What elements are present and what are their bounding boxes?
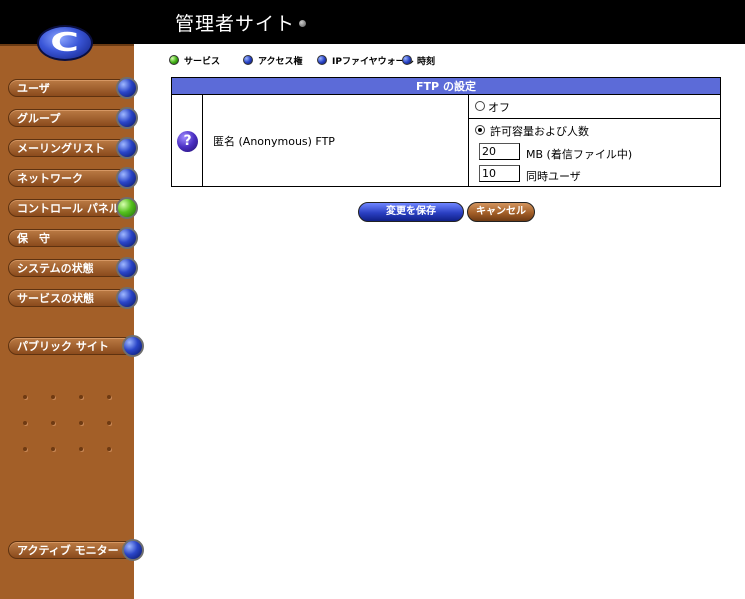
blue-led-icon: [116, 107, 138, 129]
sidebar-item-label: グループ: [17, 112, 61, 125]
decorative-dot: [79, 395, 83, 399]
tab-label: 時刻: [417, 56, 436, 67]
sidebar-item-label: ネットワーク: [17, 172, 83, 185]
sidebar-item-label: アクティブ モニター: [17, 544, 119, 557]
concurrent-users-label: 同時ユーザ: [526, 170, 581, 183]
tab-time[interactable]: 時刻: [402, 53, 435, 67]
blue-led-icon: [116, 287, 138, 309]
capacity-unit-label: MB (着信ファイル中): [526, 148, 633, 161]
tab-ip-firewall[interactable]: IPファイヤウォール: [317, 53, 414, 67]
sidebar-item-label: パブリック サイト: [17, 340, 109, 353]
blue-led-icon: [122, 539, 144, 561]
green-led-icon: [169, 55, 179, 65]
sidebar-item-system-status[interactable]: システムの状態: [8, 257, 138, 279]
decorative-dot: [23, 395, 27, 399]
save-button[interactable]: 変更を保存: [358, 202, 464, 222]
blue-led-icon: [122, 335, 144, 357]
sidebar-item-label: コントロール パネル: [17, 202, 120, 215]
sidebar-item-public-site[interactable]: パブリック サイト: [8, 335, 144, 357]
help-icon[interactable]: ?: [177, 131, 198, 152]
blue-led-icon: [402, 55, 412, 65]
blue-led-icon: [317, 55, 327, 65]
sidebar-item-control-panel[interactable]: コントロール パネル: [8, 197, 138, 219]
cancel-button[interactable]: キャンセル: [467, 202, 535, 222]
decorative-dot: [107, 421, 111, 425]
ftp-label-cell: 匿名 (Anonymous) FTP: [203, 95, 469, 186]
blue-led-icon: [243, 55, 253, 65]
logo-letter: C: [50, 28, 80, 58]
decorative-dot: [23, 447, 27, 451]
ftp-off-option: オフ: [469, 95, 720, 119]
help-cell: ?: [172, 95, 203, 186]
blue-led-icon: [116, 257, 138, 279]
tab-label: アクセス権: [258, 56, 303, 67]
ftp-settings-title: FTP の設定: [172, 78, 720, 95]
tab-services[interactable]: サービス: [169, 53, 220, 67]
tab-access-rights[interactable]: アクセス権: [243, 53, 303, 67]
ftp-settings-table: FTP の設定 ? 匿名 (Anonymous) FTP オフ 許可容量および人…: [171, 77, 721, 187]
blue-led-icon: [116, 137, 138, 159]
sidebar-item-groups[interactable]: グループ: [8, 107, 138, 129]
anonymous-ftp-label: 匿名 (Anonymous) FTP: [213, 135, 335, 148]
blue-led-icon: [116, 167, 138, 189]
decorative-dot: [51, 421, 55, 425]
sidebar-item-users[interactable]: ユーザ: [8, 77, 138, 99]
decorative-dot: [51, 395, 55, 399]
sidebar-item-label: システムの状態: [17, 262, 94, 275]
logo[interactable]: C: [37, 25, 93, 61]
decorative-dot: [107, 395, 111, 399]
sidebar-item-service-status[interactable]: サービスの状態: [8, 287, 138, 309]
sidebar-item-label: メーリングリスト: [17, 142, 105, 155]
sidebar-item-maintenance[interactable]: 保 守: [8, 227, 138, 249]
decorative-dot: [79, 447, 83, 451]
concurrent-users-input[interactable]: [479, 165, 520, 182]
blue-led-icon: [116, 227, 138, 249]
decorative-dot: [107, 447, 111, 451]
green-led-icon: [116, 197, 138, 219]
decorative-dot: [79, 421, 83, 425]
capacity-input[interactable]: [479, 143, 520, 160]
sidebar-item-label: ユーザ: [17, 82, 50, 95]
ftp-on-option: 許可容量および人数 MB (着信ファイル中) 同時ユーザ: [469, 119, 720, 186]
sidebar-item-network[interactable]: ネットワーク: [8, 167, 138, 189]
title-dot-icon: [299, 20, 306, 27]
sidebar-item-label: 保 守: [17, 232, 50, 245]
ftp-off-label: オフ: [488, 101, 510, 114]
sidebar: [0, 44, 134, 599]
sidebar-item-label: サービスの状態: [17, 292, 94, 305]
sidebar-item-mailing-lists[interactable]: メーリングリスト: [8, 137, 138, 159]
page-title: 管理者サイト: [175, 13, 296, 35]
ftp-on-radio[interactable]: [475, 125, 485, 135]
ftp-on-label: 許可容量および人数: [490, 125, 589, 138]
decorative-dot: [51, 447, 55, 451]
tab-label: サービス: [184, 56, 221, 67]
ftp-off-radio[interactable]: [475, 101, 485, 111]
blue-led-icon: [116, 77, 138, 99]
sidebar-item-active-monitor[interactable]: アクティブ モニター: [8, 539, 144, 561]
header-bar: 管理者サイト: [0, 0, 745, 44]
decorative-dot: [23, 421, 27, 425]
